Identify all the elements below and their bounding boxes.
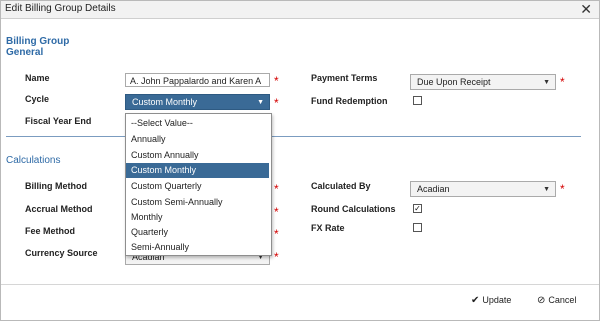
required-marker: * [560,182,565,196]
currency-source-label: Currency Source [25,248,98,258]
dropdown-option[interactable]: Monthly [126,210,269,225]
dropdown-option[interactable]: Custom Annually [126,148,269,163]
billing-method-label: Billing Method [25,181,87,191]
round-calculations-checkbox[interactable]: ✓ [413,204,422,213]
dialog-title: Edit Billing Group Details [5,3,116,14]
update-button[interactable]: ✔ Update [471,295,511,306]
section-general: General [6,47,44,58]
section-calculations: Calculations [6,155,61,166]
dropdown-option[interactable]: Semi-Annually [126,240,269,255]
fee-method-label: Fee Method [25,226,76,236]
required-marker: * [274,250,279,264]
cycle-dropdown-list: --Select Value-- Annually Custom Annuall… [125,113,272,256]
fund-redemption-checkbox[interactable] [413,96,422,105]
dropdown-option[interactable]: Custom Quarterly [126,179,269,194]
cancel-button-label: Cancel [548,295,577,305]
calculated-by-select[interactable]: Acadian ▼ [410,181,556,197]
section-divider [6,136,581,137]
payment-terms-select[interactable]: Due Upon Receipt ▼ [410,74,556,90]
check-icon: ✓ [414,204,421,213]
required-marker: * [274,205,279,219]
cancel-icon: ⊘ [537,295,546,306]
dropdown-option[interactable]: --Select Value-- [126,116,269,131]
calculated-by-label: Calculated By [311,181,371,191]
required-marker: * [274,182,279,196]
calculated-by-value: Acadian [417,184,450,194]
cycle-select-value: Custom Monthly [132,97,198,107]
close-icon[interactable]: ✕ [580,1,592,17]
dropdown-option[interactable]: Quarterly [126,225,269,240]
cancel-button[interactable]: ⊘ Cancel [537,295,576,306]
edit-billing-group-dialog: Edit Billing Group Details ✕ Billing Gro… [0,0,600,321]
fx-rate-checkbox[interactable] [413,223,422,232]
required-marker: * [274,227,279,241]
footer-divider [1,284,599,285]
required-marker: * [274,74,279,88]
dropdown-option-selected[interactable]: Custom Monthly [126,163,269,178]
payment-terms-label: Payment Terms [311,73,378,83]
dialog-titlebar: Edit Billing Group Details ✕ [1,1,599,19]
fund-redemption-label: Fund Redemption [311,96,388,106]
cycle-select[interactable]: Custom Monthly ▼ [125,94,270,110]
cycle-label: Cycle [25,94,50,104]
check-icon: ✔ [471,295,480,306]
update-button-label: Update [482,295,512,305]
dropdown-option[interactable]: Annually [126,132,269,147]
chevron-down-icon: ▼ [543,79,550,86]
required-marker: * [274,96,279,110]
chevron-down-icon: ▼ [543,186,550,193]
dropdown-option[interactable]: Custom Semi-Annually [126,195,269,210]
fx-rate-label: FX Rate [311,223,345,233]
name-field[interactable]: A. John Pappalardo and Karen A [125,73,270,87]
section-billing-group: Billing Group [6,36,70,47]
round-calculations-label: Round Calculations [311,204,396,214]
accrual-method-label: Accrual Method [25,204,93,214]
chevron-down-icon: ▼ [257,99,264,106]
required-marker: * [560,75,565,89]
payment-terms-value: Due Upon Receipt [417,77,491,87]
name-label: Name [25,73,50,83]
fiscal-year-end-label: Fiscal Year End [25,116,92,126]
